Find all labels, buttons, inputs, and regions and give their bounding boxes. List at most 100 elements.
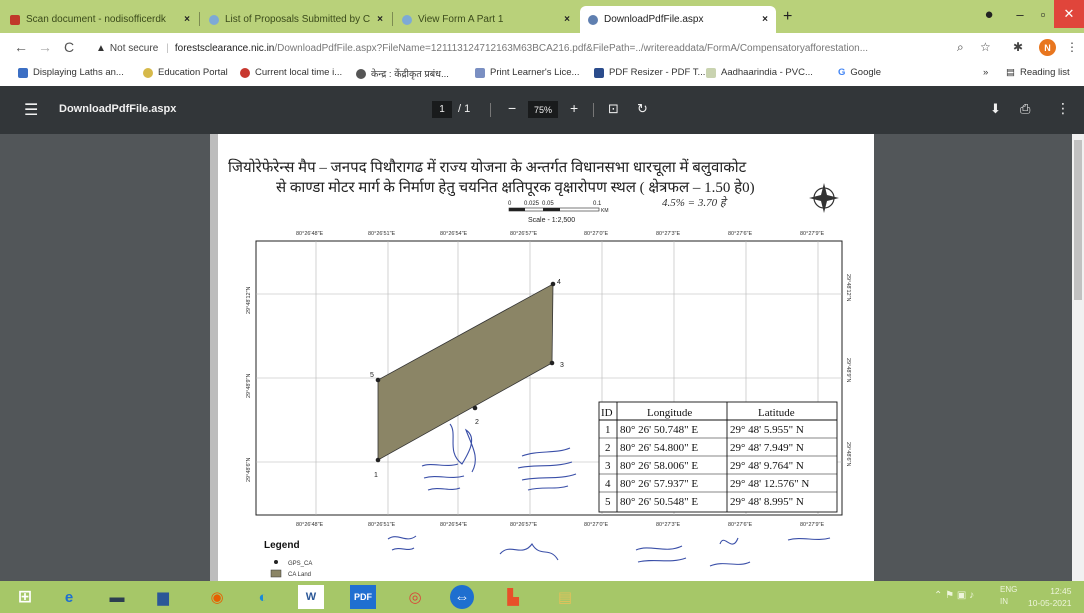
bookmark-icon <box>475 67 485 78</box>
profile-avatar[interactable]: N <box>1039 39 1056 56</box>
bookmark-item[interactable]: PDF Resizer - PDF T... <box>594 67 705 78</box>
longitude-label: 80°27'0"E <box>584 231 608 237</box>
teamviewer-icon[interactable]: ⇔ <box>450 585 474 609</box>
reading-list-button[interactable]: ▤ Reading list <box>1006 67 1070 78</box>
page-number-input[interactable]: 1 <box>432 101 452 118</box>
bookmarks-bar: Displaying Laths an... Education Portal … <box>0 63 1084 87</box>
bookmarks-overflow-button[interactable]: » <box>983 67 988 78</box>
maximize-button[interactable]: ▫ <box>1032 0 1054 28</box>
tab-view-form-a[interactable]: View Form A Part 1 × <box>394 6 578 33</box>
download-icon[interactable]: ⬇ <box>990 101 1001 117</box>
tab-list-of-proposals[interactable]: List of Proposals Submitted by C × <box>201 6 391 33</box>
back-button[interactable]: ← <box>14 39 28 55</box>
folder-icon[interactable]: ▤ <box>552 585 578 609</box>
gps-point <box>375 457 381 463</box>
chrome-icon[interactable]: ◎ <box>402 585 428 609</box>
bookmark-item[interactable]: Print Learner's Lice... <box>475 67 579 78</box>
scrollbar[interactable] <box>1072 134 1084 581</box>
gmail-icon <box>10 14 20 25</box>
table-cell-id: 1 <box>605 424 611 436</box>
top-longitude-labels: 80°26'48"E 80°26'51"E 80°26'54"E 80°26'5… <box>296 231 824 237</box>
zoom-out-button[interactable]: − <box>508 100 516 116</box>
word-icon[interactable]: W <box>298 585 324 609</box>
language-indicator[interactable]: ENG IN <box>1000 584 1017 608</box>
forward-button[interactable]: → <box>38 39 52 55</box>
table-cell-id: 5 <box>605 496 611 508</box>
gps-point <box>550 281 556 287</box>
point-label: 2 <box>475 419 479 426</box>
legend-area-symbol <box>270 569 282 578</box>
bookmark-item[interactable]: Current local time i... <box>240 67 342 78</box>
zoom-in-button[interactable]: + <box>570 100 578 116</box>
scale-tick: 0.05 <box>542 201 554 207</box>
bookmark-icon <box>594 67 604 78</box>
clock-time: 12:45 <box>1050 586 1072 596</box>
internet-explorer-icon[interactable]: e <box>56 585 82 609</box>
bookmark-label: Google <box>850 67 882 78</box>
map-document: जियोरेफेरेन्स मैप – जनपद पिथौरागढ में रा… <box>210 134 851 581</box>
table-cell-longitude: 80° 26' 57.937" E <box>620 478 698 490</box>
star-icon[interactable]: ☆ <box>980 40 991 54</box>
record-icon[interactable]: ● <box>976 0 1002 28</box>
tab-scan-document[interactable]: Scan document - nodisofficerdk × <box>2 6 198 33</box>
bookmark-item[interactable]: Education Portal <box>143 67 228 78</box>
point-label: 5 <box>370 372 374 379</box>
rotate-icon[interactable]: ↻ <box>637 101 648 117</box>
reload-button[interactable]: C <box>64 39 74 55</box>
tab-title: DownloadPdfFile.aspx <box>604 14 704 25</box>
bookmark-icon <box>18 67 28 78</box>
hamburger-menu-icon[interactable]: ☰ <box>24 100 38 120</box>
google-icon: G <box>838 67 846 78</box>
minimize-button[interactable]: – <box>1008 0 1032 28</box>
more-options-icon[interactable]: ⋮ <box>1056 100 1070 117</box>
latitude-label: 29°48'6"N <box>845 442 851 466</box>
edge-icon[interactable]: ◐ <box>250 585 276 609</box>
scrollbar-thumb[interactable] <box>1074 140 1082 300</box>
latitude-label: 29°48'12"N <box>845 274 851 302</box>
close-icon[interactable]: × <box>371 14 383 25</box>
bookmark-item[interactable]: Aadhaarindia - PVC... <box>706 67 813 78</box>
device-icon[interactable]: ▬ <box>104 585 130 609</box>
office-icon[interactable]: ▙ <box>500 585 526 609</box>
scale-unit: KM <box>601 208 609 214</box>
bookmark-item[interactable]: Displaying Laths an... <box>18 67 124 78</box>
longitude-label: 80°27'3"E <box>656 522 680 528</box>
latitude-label: 29°48'9"N <box>845 358 851 382</box>
close-window-button[interactable]: ✕ <box>1054 0 1084 28</box>
gps-point <box>549 360 555 366</box>
bottom-longitude-labels: 80°26'48"E 80°26'51"E 80°26'54"E 80°26'5… <box>296 522 824 528</box>
zoom-input[interactable]: 75% <box>528 101 558 118</box>
new-tab-button[interactable]: + <box>783 8 792 26</box>
close-icon[interactable]: × <box>178 14 190 25</box>
menu-icon[interactable]: ⋮ <box>1066 40 1078 54</box>
table-cell-id: 4 <box>605 478 611 490</box>
tab-download-pdf[interactable]: DownloadPdfFile.aspx × <box>580 6 776 33</box>
reading-list-label: Reading list <box>1019 67 1070 78</box>
fit-page-icon[interactable]: ⊡ <box>608 101 619 117</box>
close-icon[interactable]: × <box>756 14 768 25</box>
bookmark-item[interactable]: केन्द्र : केंद्रीकृत प्रबंध... <box>356 67 449 80</box>
bookmark-label: Education Portal <box>158 67 228 78</box>
pdf-app-icon[interactable]: PDF <box>350 585 376 609</box>
longitude-label: 80°26'48"E <box>296 522 324 528</box>
table-header-id: ID <box>601 407 613 419</box>
bookmark-item[interactable]: G Google <box>838 67 881 78</box>
longitude-label: 80°27'9"E <box>800 231 824 237</box>
left-latitude-labels: 29°48'12"N 29°48'9"N 29°48'6"N <box>246 286 252 482</box>
longitude-label: 80°27'9"E <box>800 522 824 528</box>
windows-start-icon[interactable]: ⊞ <box>12 585 38 609</box>
clock-date: 10-05-2021 <box>1028 598 1072 608</box>
close-icon[interactable]: × <box>558 14 570 25</box>
table-cell-latitude: 29° 48' 7.949" N <box>730 442 804 454</box>
extensions-icon[interactable]: ✱ <box>1013 40 1023 54</box>
print-icon[interactable]: ⎙ <box>1020 101 1030 117</box>
zoom-icon[interactable]: ⌕ <box>957 40 964 55</box>
firefox-icon[interactable]: ◉ <box>204 585 230 609</box>
tray-icons[interactable]: ⌃ ⚑ ▣ ♪ <box>934 590 974 601</box>
url-field[interactable]: ▲ Not secure | forestsclearance.nic.in /… <box>96 38 1018 58</box>
page-total: / 1 <box>458 103 471 115</box>
bookmark-label: Current local time i... <box>255 67 343 78</box>
file-manager-icon[interactable]: ▆ <box>150 585 176 609</box>
clock[interactable]: 12:45 10-05-2021 <box>1028 585 1071 609</box>
toolbar-divider <box>490 103 491 117</box>
